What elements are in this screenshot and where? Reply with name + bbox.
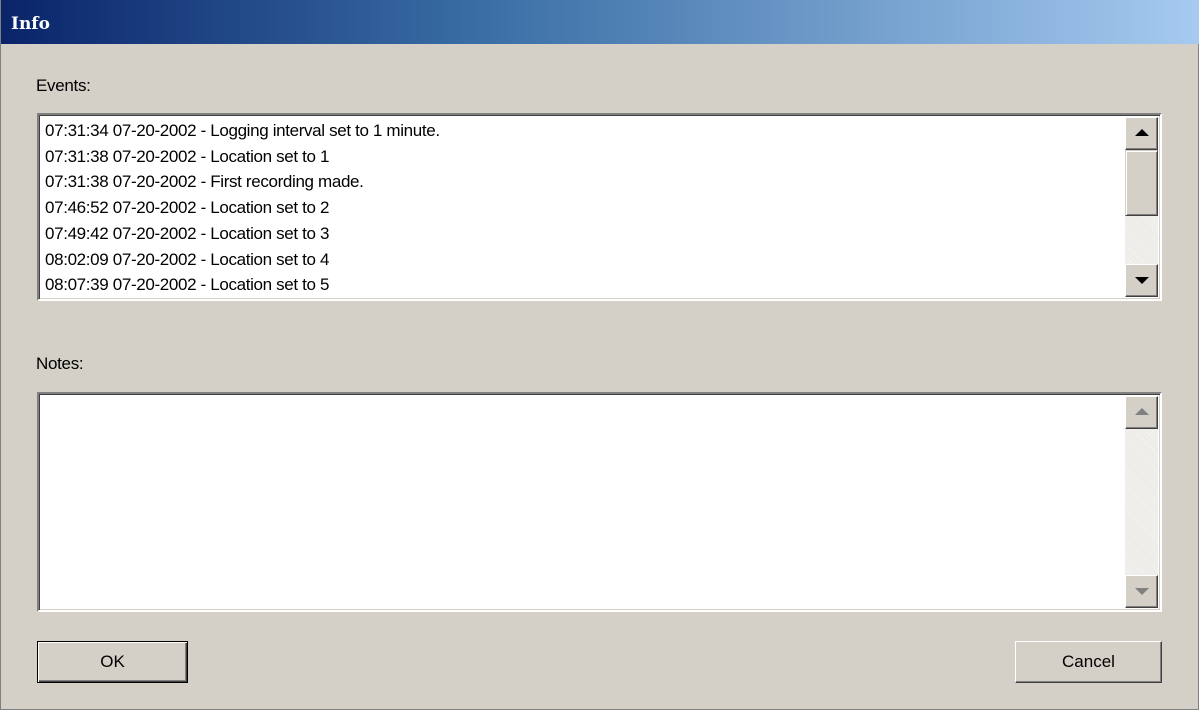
events-label: Events:: [36, 76, 91, 95]
notes-textarea[interactable]: [37, 392, 1162, 612]
events-list: 07:31:34 07-20-2002 - Logging interval s…: [45, 118, 1120, 298]
window-title: Info: [11, 14, 50, 34]
events-scroll-down-button[interactable]: [1125, 264, 1158, 297]
event-item[interactable]: 08:07:39 07-20-2002 - Location set to 5: [45, 272, 1120, 298]
event-item[interactable]: 08:02:09 07-20-2002 - Location set to 4: [45, 247, 1120, 273]
events-scroll-thumb[interactable]: [1125, 150, 1158, 216]
event-item[interactable]: 07:31:38 07-20-2002 - Location set to 1: [45, 144, 1120, 170]
cancel-button[interactable]: Cancel: [1015, 641, 1162, 683]
events-listbox[interactable]: 07:31:34 07-20-2002 - Logging interval s…: [37, 113, 1162, 301]
title-bar[interactable]: Info: [1, 0, 1199, 44]
ok-button[interactable]: OK: [37, 641, 188, 683]
event-item[interactable]: 07:31:34 07-20-2002 - Logging interval s…: [45, 118, 1120, 144]
notes-scroll-up-button[interactable]: [1125, 396, 1158, 429]
up-arrow-icon: [1135, 408, 1149, 415]
info-dialog: Info Events: 07:31:34 07-20-2002 - Loggi…: [0, 0, 1199, 710]
up-arrow-icon: [1135, 129, 1149, 136]
events-scrollbar[interactable]: [1125, 117, 1158, 297]
notes-scrollbar[interactable]: [1125, 396, 1158, 608]
event-item[interactable]: 07:31:38 07-20-2002 - First recording ma…: [45, 169, 1120, 195]
down-arrow-icon: [1135, 588, 1149, 595]
event-item[interactable]: 07:49:42 07-20-2002 - Location set to 3: [45, 221, 1120, 247]
notes-scroll-down-button[interactable]: [1125, 575, 1158, 608]
notes-label: Notes:: [36, 354, 84, 373]
event-item[interactable]: 07:46:52 07-20-2002 - Location set to 2: [45, 195, 1120, 221]
down-arrow-icon: [1135, 277, 1149, 284]
events-scroll-up-button[interactable]: [1125, 117, 1158, 150]
